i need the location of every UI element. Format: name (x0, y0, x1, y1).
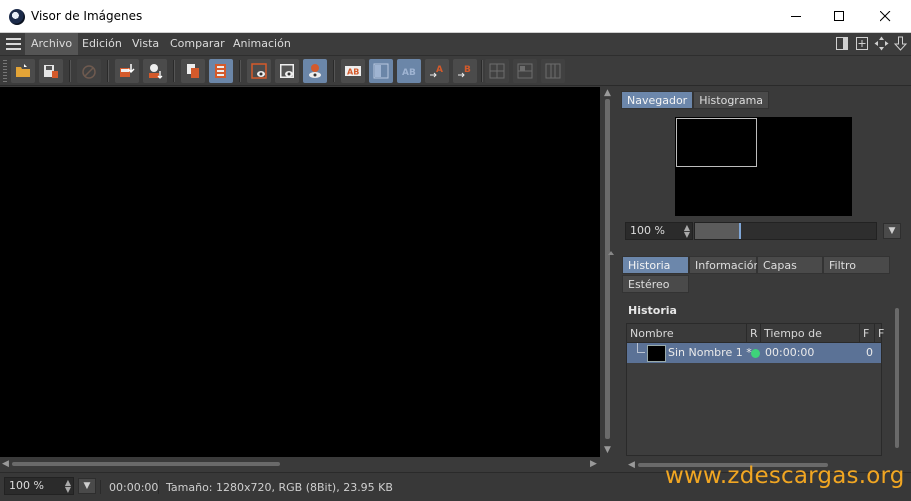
table-row[interactable]: Sin Nombre 1 * 00:00:00 0 (627, 343, 881, 363)
history-table-header: Nombre R Tiempo de Render F F (627, 324, 884, 359)
column-r[interactable]: R (747, 324, 761, 343)
window-title: Visor de Imágenes (31, 9, 143, 23)
spinner-icon[interactable]: ▲ ▼ (65, 479, 71, 494)
tab-historia[interactable]: Historia (622, 256, 689, 274)
scroll-up-icon[interactable]: ▲ (604, 88, 611, 98)
grid-icon-2[interactable] (513, 59, 537, 83)
save-icon[interactable] (39, 59, 63, 83)
navigator-tabs: Navegador Histograma (621, 91, 770, 109)
open-folder-icon[interactable] (11, 59, 35, 83)
tab-navegador[interactable]: Navegador (621, 91, 694, 109)
navigator-preview[interactable] (675, 117, 852, 216)
history-section-title: Historia (628, 304, 677, 317)
scroll-left-icon[interactable]: ◀ (628, 460, 635, 470)
navigator-view-rect[interactable] (676, 118, 757, 167)
navigator-zoom-field[interactable]: 100 % ▲ ▼ (625, 222, 693, 240)
svg-text:B: B (464, 65, 471, 75)
scroll-left-icon[interactable]: ◀ (2, 459, 9, 469)
horizontal-scroll-thumb[interactable] (12, 462, 280, 466)
render-add-icon[interactable] (115, 59, 139, 83)
menu-comparar[interactable]: Comparar (164, 33, 231, 55)
view-people-icon[interactable] (303, 59, 327, 83)
close-icon (879, 11, 890, 22)
menu-animacion[interactable]: Animación (227, 33, 297, 55)
view-region-icon[interactable] (275, 59, 299, 83)
toolbar-grip[interactable] (3, 60, 7, 82)
copy-layer-icon[interactable] (181, 59, 205, 83)
status-zoom-dropdown[interactable]: ▼ (78, 478, 96, 494)
maximize-button[interactable] (816, 0, 862, 33)
row-name: Sin Nombre 1 * (668, 346, 752, 359)
lower-panel-tabs-row2: Estéreo (622, 275, 689, 293)
column-tiempo-render[interactable]: Tiempo de Render (761, 324, 860, 359)
status-time: 00:00:00 (109, 481, 159, 494)
cinema4d-app-icon (9, 9, 25, 25)
vertical-scroll-thumb[interactable] (605, 99, 610, 439)
user-download-icon[interactable] (143, 59, 167, 83)
minimize-button[interactable] (773, 0, 819, 33)
compare-left-icon[interactable] (369, 59, 393, 83)
row-time: 00:00:00 (765, 346, 815, 359)
toolbar: AB AB A B (0, 55, 911, 86)
add-panel-icon[interactable] (855, 36, 870, 51)
navigator-dropdown-button[interactable]: ▼ (883, 223, 901, 239)
download-icon[interactable] (893, 36, 908, 51)
tree-connector (637, 343, 645, 353)
maximize-icon (833, 11, 844, 21)
svg-text:AB: AB (402, 68, 416, 78)
render-thumbnail (647, 345, 666, 362)
menu-edicion[interactable]: Edición (76, 33, 128, 55)
lower-panel-tabs: Historia Información Capas Filtro (622, 256, 890, 274)
tab-histograma[interactable]: Histograma (693, 91, 770, 109)
close-button[interactable] (862, 0, 908, 33)
image-viewport[interactable] (0, 87, 600, 457)
viewport-vertical-scrollbar[interactable]: ▲ ▼ (600, 87, 615, 457)
move-icon[interactable] (874, 36, 889, 51)
slider-knob[interactable] (739, 223, 741, 239)
history-table: Nombre R Tiempo de Render F F Sin Nombre… (626, 323, 884, 456)
render-status-dot (751, 349, 760, 358)
panel-collapse-icon[interactable] (608, 251, 614, 255)
watermark-text: www.zdescargas.org (665, 463, 905, 489)
menu-archivo[interactable]: Archivo (25, 33, 79, 55)
row-frame: 0 (866, 346, 873, 359)
spinner-icon[interactable]: ▲ ▼ (684, 224, 690, 239)
menu-vista[interactable]: Vista (126, 33, 165, 55)
stop-icon[interactable] (77, 59, 101, 83)
view-frame-icon[interactable] (247, 59, 271, 83)
history-vertical-scrollbar[interactable] (893, 298, 901, 458)
compare-ab-icon[interactable]: AB (397, 59, 421, 83)
tab-informacion[interactable]: Información (689, 256, 760, 274)
panel-icon[interactable] (835, 36, 850, 51)
history-scroll-thumb[interactable] (895, 308, 899, 448)
hamburger-menu-icon[interactable] (6, 38, 21, 50)
menu-bar: Archivo Edición Vista Comparar Animación (0, 33, 911, 55)
tab-filtro[interactable]: Filtro (823, 256, 890, 274)
svg-text:A: A (436, 65, 443, 75)
title-bar: Visor de Imágenes (0, 0, 911, 33)
scroll-right-icon[interactable]: ▶ (590, 459, 597, 469)
scroll-down-icon[interactable]: ▼ (604, 445, 611, 455)
status-zoom-field[interactable]: 100 % ▲ ▼ (4, 477, 74, 495)
column-f[interactable]: F (860, 324, 875, 343)
column-nombre[interactable]: Nombre (627, 324, 747, 343)
column-f2[interactable]: F (875, 324, 884, 343)
viewport-horizontal-scrollbar[interactable]: ◀ ▶ (0, 457, 600, 471)
svg-text:AB: AB (347, 68, 359, 77)
tab-estereo[interactable]: Estéreo (622, 275, 689, 293)
grid-icon-1[interactable] (485, 59, 509, 83)
arrow-a-icon[interactable]: A (425, 59, 449, 83)
minimize-icon (790, 16, 801, 17)
ab-icon[interactable]: AB (341, 59, 365, 83)
grid-icon-3[interactable] (541, 59, 565, 83)
navigator-zoom-slider[interactable] (694, 222, 877, 240)
book-icon[interactable] (209, 59, 233, 83)
arrow-b-icon[interactable]: B (453, 59, 477, 83)
status-image-info: Tamaño: 1280x720, RGB (8Bit), 23.95 KB (166, 481, 393, 494)
tab-capas[interactable]: Capas (757, 256, 823, 274)
